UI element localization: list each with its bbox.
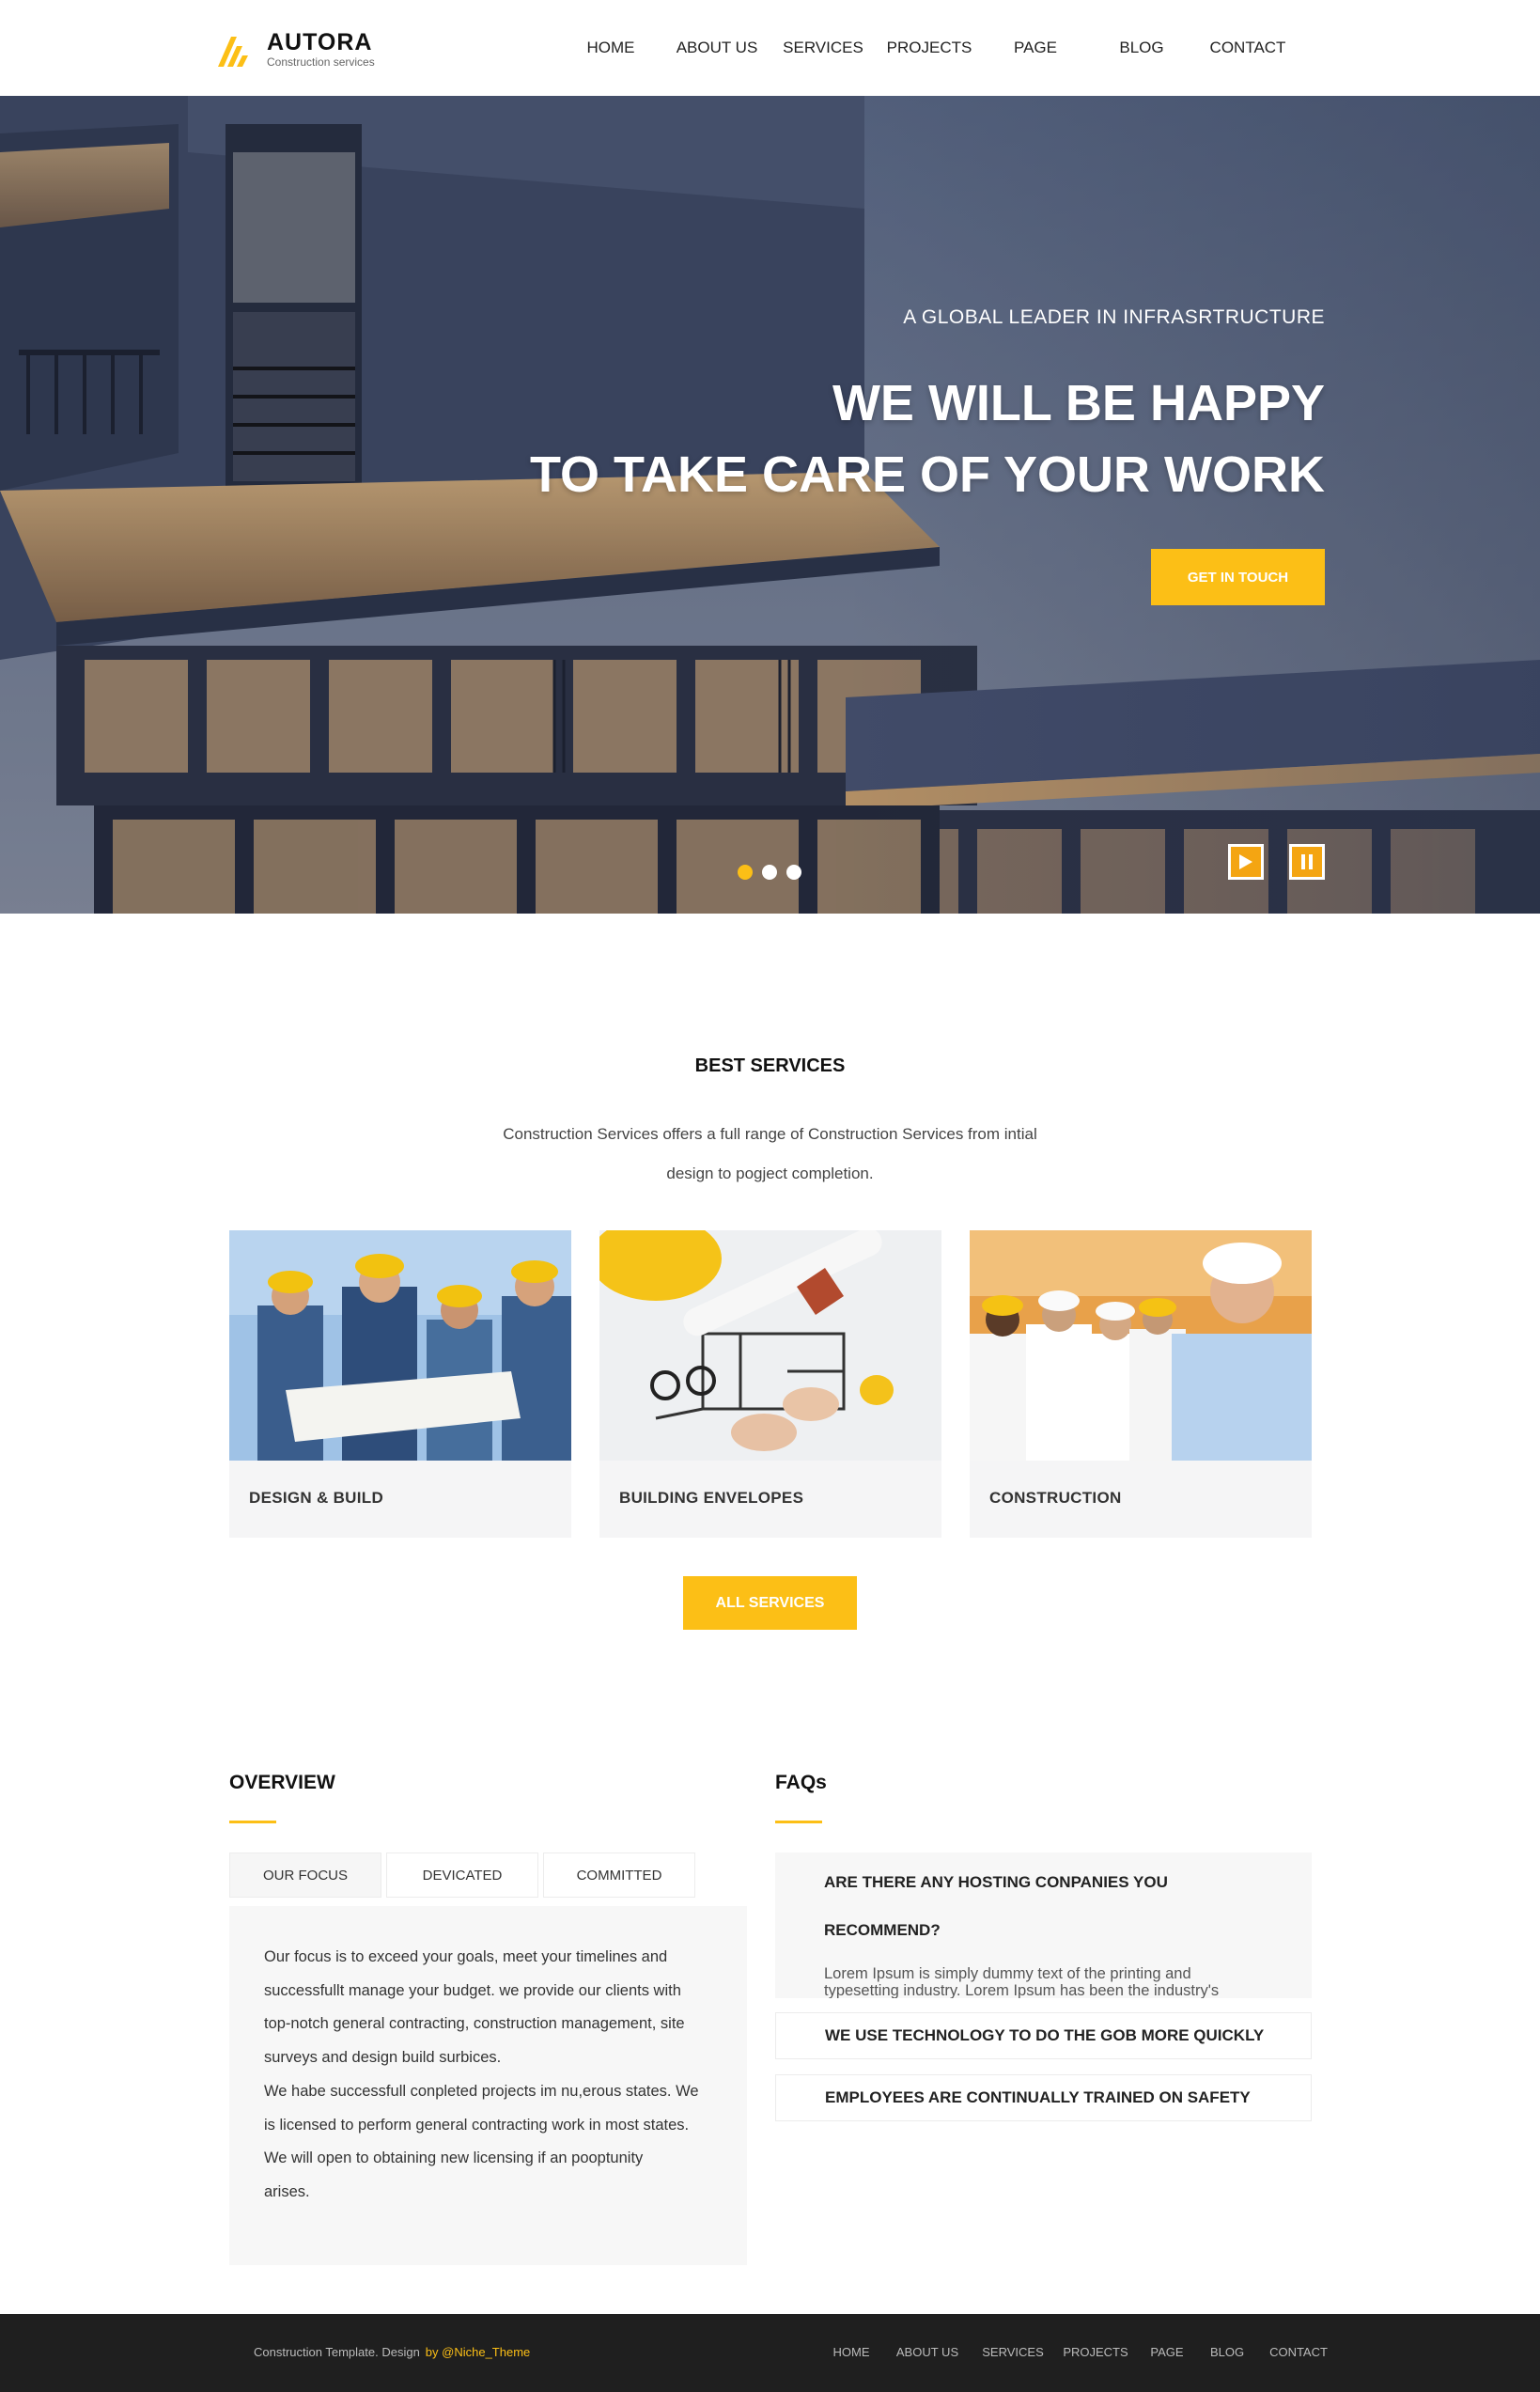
nav-services[interactable]: SERVICES [783,36,863,60]
faq-question: WE USE TECHNOLOGY TO DO THE GOB MORE QUI… [825,2026,1265,2044]
hero-title-line-1: WE WILL BE HAPPY [832,375,1325,431]
play-icon [1239,854,1252,869]
faq-title-underline [775,1821,822,1823]
overview-title: OVERVIEW [229,1772,335,1793]
nav-page[interactable]: PAGE [1014,36,1057,60]
construction-team-image [970,1230,1312,1461]
site-footer: Construction Template. Design by @Niche_T… [0,2314,1540,2392]
service-card-label: BUILDING ENVELOPES [619,1489,804,1507]
hero-title-line-2: TO TAKE CARE OF YOUR WORK [529,446,1325,503]
overview-line: is licensed to perform general contracti… [264,2116,690,2134]
hero-subtitle: A GLOBAL LEADER IN INFRASRTRUCTURE [903,306,1325,328]
overview-text: Our focus is to exceed your goals, meet … [264,1941,715,2210]
slider-dot-1[interactable] [738,865,753,880]
footer-credit: Construction Template. Design by @Niche_T… [254,2345,530,2359]
service-card-label: DESIGN & BUILD [249,1489,384,1507]
services-desc-line-2: design to pogject completion. [666,1165,874,1182]
footer-author-link[interactable]: by @Niche_Theme [426,2345,530,2359]
footer-nav-services[interactable]: SERVICES [982,2345,1044,2359]
slider-dot-2[interactable] [762,865,777,880]
tab-committed[interactable]: COMMITTED [543,1853,695,1898]
nav-projects[interactable]: PROJECTS [887,36,972,60]
get-in-touch-button[interactable]: GET IN TOUCH [1151,549,1325,605]
all-services-button[interactable]: ALL SERVICES [683,1576,857,1630]
slider-play-button[interactable] [1228,844,1264,880]
services-title: BEST SERVICES [694,1055,846,1076]
overview-line: arises. [264,2182,310,2200]
nav-home[interactable]: HOME [587,36,635,60]
nav-about-us[interactable]: ABOUT US [677,36,758,60]
overview-line: surveys and design build surbices. [264,2049,502,2067]
footer-nav-contact[interactable]: CONTACT [1269,2345,1328,2359]
tab-our-focus[interactable]: OUR FOCUS [229,1853,381,1898]
footer-nav-blog[interactable]: BLOG [1210,2345,1244,2359]
hero-slider: A GLOBAL LEADER IN INFRASRTRUCTURE WE WI… [0,96,1540,914]
faq-item[interactable]: EMPLOYEES ARE CONTINUALLY TRAINED ON SAF… [775,2074,1312,2121]
slider-dots [738,865,801,880]
faq-answer: Lorem Ipsum is simply dummy text of the … [824,1965,1220,1998]
footer-nav-page[interactable]: PAGE [1150,2345,1183,2359]
overview-line: We will open to obtaining new licensing … [264,2150,644,2167]
overview-line: successfullt manage your budget. we prov… [264,1981,681,1999]
services-desc-line-1: Construction Services offers a full rang… [503,1125,1037,1143]
service-card-design-build[interactable]: DESIGN & BUILD [229,1230,571,1538]
slider-pause-button[interactable] [1289,844,1325,880]
pause-icon [1301,854,1313,869]
faq-item[interactable]: WE USE TECHNOLOGY TO DO THE GOB MORE QUI… [775,2012,1312,2059]
service-card-construction[interactable]: CONSTRUCTION [970,1230,1312,1538]
footer-nav-projects[interactable]: PROJECTS [1063,2345,1128,2359]
footer-nav-about-us[interactable]: ABOUT US [896,2345,958,2359]
tab-devicated[interactable]: DEVICATED [386,1853,538,1898]
blueprint-desk-image [599,1230,941,1461]
faq-title: FAQs [775,1772,827,1793]
nav-contact[interactable]: CONTACT [1210,36,1286,60]
overview-title-underline [229,1821,276,1823]
slider-dot-3[interactable] [786,865,801,880]
overview-line: We habe successfull conpleted projects i… [264,2082,699,2100]
hero-building-image [0,96,1540,914]
service-card-label: CONSTRUCTION [989,1489,1122,1507]
faq-question: ARE THERE ANY HOSTING CONPANIES YOU RECO… [824,1873,1168,1939]
main-nav: HOME ABOUT US SERVICES PROJECTS PAGE BLO… [0,36,1540,60]
faq-question: EMPLOYEES ARE CONTINUALLY TRAINED ON SAF… [825,2088,1251,2106]
faq-item-open[interactable]: ARE THERE ANY HOSTING CONPANIES YOU RECO… [775,1853,1312,1998]
site-header: AUTORA Construction services HOME ABOUT … [0,0,1540,96]
nav-blog[interactable]: BLOG [1119,36,1163,60]
footer-nav-home[interactable]: HOME [833,2345,870,2359]
service-card-building-envelopes[interactable]: BUILDING ENVELOPES [599,1230,941,1538]
footer-credit-text: Construction Template. Design [254,2345,420,2359]
overview-line: Our focus is to exceed your goals, meet … [264,1948,668,1965]
overview-line: top-notch general contracting, construct… [264,2015,685,2033]
workers-with-blueprint-image [229,1230,571,1461]
